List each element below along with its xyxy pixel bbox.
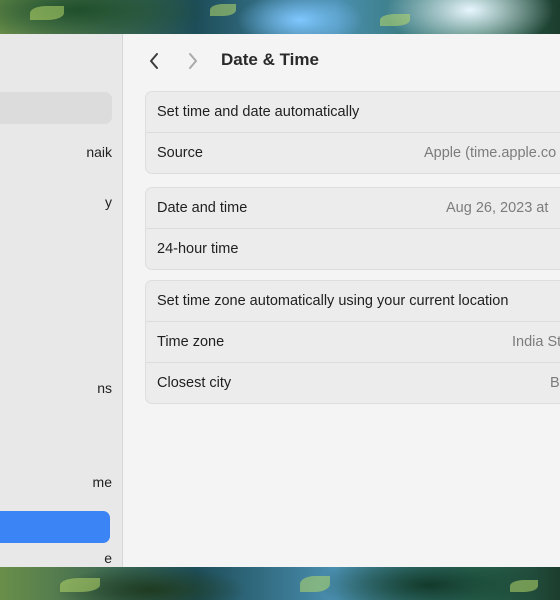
row-label: Date and time bbox=[157, 200, 248, 216]
sidebar-item-time[interactable]: me bbox=[0, 466, 112, 498]
row-auto-time-zone[interactable]: Set time zone automatically using your c… bbox=[146, 281, 560, 322]
sidebar-item-user[interactable]: naik bbox=[0, 136, 112, 168]
forward-button[interactable] bbox=[182, 50, 204, 72]
chevron-left-icon bbox=[150, 53, 158, 69]
content-pane: Date & Time Set time and date automatica… bbox=[123, 34, 560, 567]
row-value: India St bbox=[512, 334, 560, 350]
row-closest-city[interactable]: Closest city Ba bbox=[146, 363, 560, 403]
sidebar-item-next[interactable]: e bbox=[0, 542, 112, 567]
time-zone-group: Set time zone automatically using your c… bbox=[145, 280, 560, 404]
row-value: Apple (time.apple.co bbox=[424, 145, 557, 161]
sidebar-item-extensions[interactable]: ns bbox=[0, 372, 112, 404]
row-time-zone[interactable]: Time zone India St bbox=[146, 322, 560, 363]
row-date-and-time[interactable]: Date and time Aug 26, 2023 at bbox=[146, 188, 560, 229]
row-label: 24-hour time bbox=[157, 241, 239, 257]
sidebar-item-label: me bbox=[92, 474, 112, 490]
row-source[interactable]: Source Apple (time.apple.co bbox=[146, 133, 560, 173]
sidebar-item-selected[interactable] bbox=[0, 511, 110, 543]
row-label: Source bbox=[157, 145, 203, 161]
date-time-group: Date and time Aug 26, 2023 at 24-hour ti… bbox=[145, 187, 560, 270]
row-label: Set time and date automatically bbox=[157, 104, 360, 120]
row-value: Aug 26, 2023 at bbox=[446, 200, 549, 216]
sidebar-item-label: y bbox=[105, 194, 112, 210]
sidebar-item-label: e bbox=[104, 550, 112, 566]
page-title: Date & Time bbox=[221, 50, 319, 69]
auto-time-group: Set time and date automatically Source A… bbox=[145, 91, 560, 174]
row-24-hour-time[interactable]: 24-hour time bbox=[146, 229, 560, 269]
back-button[interactable] bbox=[143, 50, 165, 72]
row-label: Closest city bbox=[157, 375, 232, 391]
sidebar-item-label: naik bbox=[86, 144, 112, 160]
sidebar-item-privacy[interactable]: y bbox=[0, 186, 112, 218]
row-label: Set time zone automatically using your c… bbox=[157, 293, 509, 309]
chevron-right-icon bbox=[189, 53, 197, 69]
sidebar-item-label: ns bbox=[97, 380, 112, 396]
row-auto-time[interactable]: Set time and date automatically bbox=[146, 92, 560, 133]
sidebar-item-highlighted[interactable] bbox=[0, 92, 112, 124]
row-label: Time zone bbox=[157, 334, 225, 350]
sidebar: naik y ns me e bbox=[0, 34, 123, 567]
row-value: Ba bbox=[550, 375, 560, 391]
settings-window: naik y ns me e Date & Time Set time and … bbox=[0, 34, 560, 567]
